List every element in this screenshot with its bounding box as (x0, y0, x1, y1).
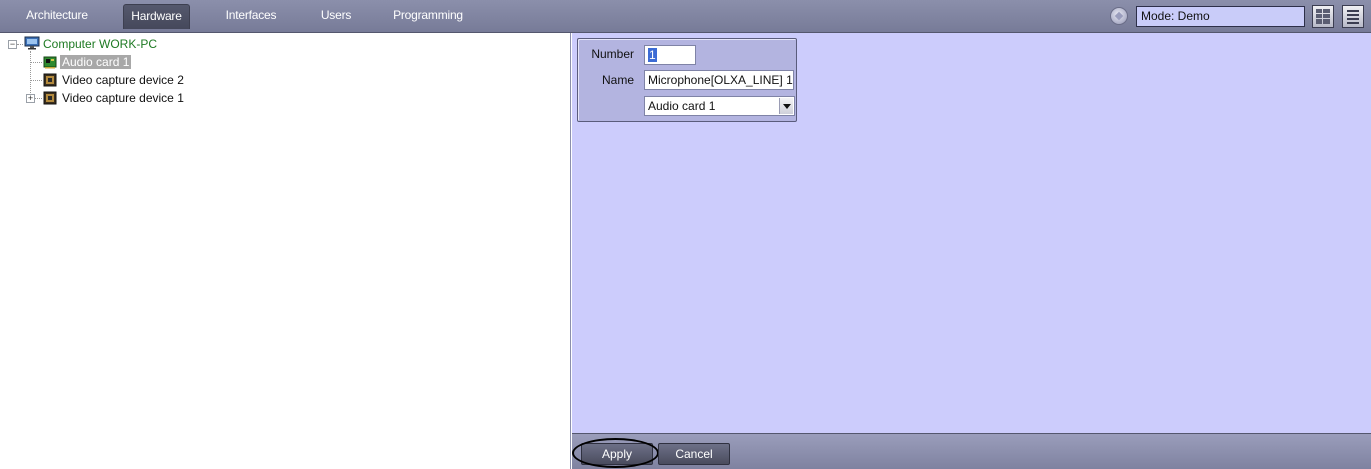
tree-connector (35, 98, 42, 99)
parent-device-dropdown[interactable]: Audio card 1 (644, 96, 795, 116)
device-settings-group: Number 1 Name Microphone[OLXA_LINE] 1 Au… (577, 38, 797, 122)
layout-grid-icon (1316, 9, 1330, 24)
tree-item-label: Audio card 1 (60, 55, 132, 69)
audio-card-icon (43, 56, 57, 69)
hardware-tree: − Computer WORK-PC Audio card 1 Video ca… (0, 33, 571, 469)
tab-hardware[interactable]: Hardware (123, 4, 190, 29)
cancel-button[interactable]: Cancel (658, 443, 730, 465)
tab-interfaces[interactable]: Interfaces (218, 4, 284, 29)
mode-settings-icon[interactable] (1110, 7, 1128, 25)
tree-item-label: Computer WORK-PC (43, 37, 158, 51)
layout-grid-button[interactable] (1312, 5, 1334, 28)
tab-programming[interactable]: Programming (388, 4, 468, 29)
parent-device-value: Audio card 1 (648, 99, 716, 113)
tree-item-video-capture-1[interactable]: Video capture device 1 (62, 90, 184, 106)
video-capture-icon (43, 73, 57, 87)
expand-toggle[interactable]: + (26, 94, 35, 103)
tree-item-label: Video capture device 1 (62, 91, 184, 105)
tab-users[interactable]: Users (313, 4, 359, 29)
number-field[interactable]: 1 (644, 45, 696, 65)
chevron-down-icon[interactable] (779, 98, 793, 114)
mode-field[interactable]: Mode: Demo (1136, 6, 1305, 27)
tree-item-video-capture-2[interactable]: Video capture device 2 (62, 72, 184, 88)
name-label: Name (601, 73, 634, 87)
tab-architecture[interactable]: Architecture (16, 4, 98, 29)
computer-icon (24, 36, 40, 50)
video-capture-icon (43, 91, 57, 105)
settings-panel: Number 1 Name Microphone[OLXA_LINE] 1 Au… (572, 33, 1371, 433)
action-bar: Apply Cancel (572, 433, 1371, 469)
tree-connector (31, 80, 42, 81)
tree-item-label: Video capture device 2 (62, 73, 184, 87)
name-field[interactable]: Microphone[OLXA_LINE] 1 (644, 70, 794, 90)
tree-connector (17, 44, 23, 45)
tree-item-computer[interactable]: Computer WORK-PC (43, 36, 157, 52)
highlight-ellipse (572, 438, 659, 468)
top-navigation-bar: Architecture Hardware Interfaces Users P… (0, 0, 1371, 33)
tree-item-audio-card[interactable]: Audio card 1 (60, 54, 132, 70)
number-value: 1 (648, 48, 657, 62)
collapse-toggle[interactable]: − (8, 40, 17, 49)
menu-button[interactable] (1342, 5, 1364, 28)
tree-connector (30, 51, 31, 99)
number-label: Number (591, 47, 634, 61)
tree-connector (31, 62, 42, 63)
